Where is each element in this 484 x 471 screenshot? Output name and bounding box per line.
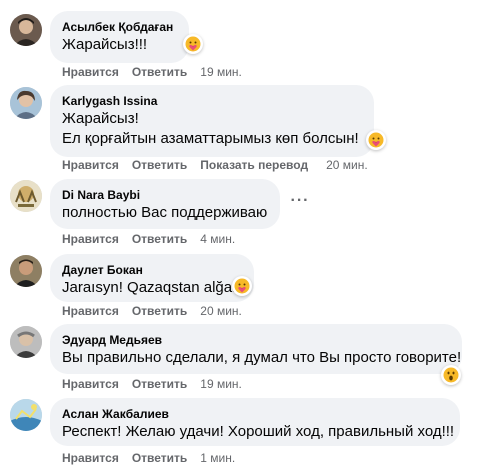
comment-timestamp[interactable]: 19 мин. <box>200 376 242 392</box>
reaction-badge[interactable] <box>232 276 252 296</box>
more-options-icon[interactable]: ··· <box>290 193 310 216</box>
comment-actions: Нравится Ответить 19 мин. <box>62 376 242 392</box>
reply-button[interactable]: Ответить <box>132 303 187 319</box>
comment-bubble: Асылбек Қобдаған Жарайсыз!!! <box>50 11 189 63</box>
comment-author-link[interactable]: Аслан Жакбалиев <box>62 406 448 422</box>
comment-author-link[interactable]: Эдуард Медьяев <box>62 332 450 348</box>
comment-bubble: Эдуард Медьяев Вы правильно сделали, я д… <box>50 324 462 374</box>
care-emoji-icon <box>185 36 201 52</box>
comment-author-link[interactable]: Асылбек Қобдаған <box>62 19 177 35</box>
comment-text: Респект! Желаю удачи! Хороший ход, прави… <box>62 423 455 440</box>
comment-text-line: Жарайсыз! <box>62 110 139 127</box>
reaction-badge[interactable] <box>366 130 386 150</box>
wow-emoji-icon <box>443 367 459 383</box>
like-button[interactable]: Нравится <box>62 157 119 173</box>
avatar[interactable] <box>10 14 42 46</box>
reaction-badge[interactable] <box>441 365 461 385</box>
comment-bubble: Даулет Бокан Jaraısyn! Qazaqstan alğa! <box>50 254 254 302</box>
comment-text-line: Ел қорғайтын азаматтарымыз көп болсын! <box>62 130 359 147</box>
comment-text: Жарайсыз!!! <box>62 36 148 53</box>
comment-timestamp[interactable]: 1 мин. <box>200 450 235 466</box>
avatar[interactable] <box>10 180 42 212</box>
comment-bubble: Di Nara Baybi полностью Вас поддерживаю <box>50 179 280 229</box>
comment-author-link[interactable]: Di Nara Baybi <box>62 187 268 203</box>
avatar[interactable] <box>10 326 42 358</box>
comment-bubble: Karlygash Issina Жарайсыз! Ел қорғайтын … <box>50 85 374 157</box>
reply-button[interactable]: Ответить <box>132 64 187 80</box>
like-button[interactable]: Нравится <box>62 450 119 466</box>
translate-button[interactable]: Показать перевод <box>200 157 308 173</box>
comment-actions: Нравится Ответить 1 мин. <box>62 450 235 466</box>
reply-button[interactable]: Ответить <box>132 231 187 247</box>
reply-button[interactable]: Ответить <box>132 450 187 466</box>
comment-timestamp[interactable]: 4 мин. <box>200 231 235 247</box>
comment-text: полностью Вас поддерживаю <box>62 204 268 221</box>
care-emoji-icon <box>234 278 250 294</box>
comment-timestamp[interactable]: 20 мин. <box>326 157 368 173</box>
like-button[interactable]: Нравится <box>62 64 119 80</box>
comment-text: Jaraısyn! Qazaqstan alğa! <box>62 279 237 296</box>
comment-timestamp[interactable]: 20 мин. <box>200 303 242 319</box>
like-button[interactable]: Нравится <box>62 231 119 247</box>
comment-bubble: Аслан Жакбалиев Респект! Желаю удачи! Хо… <box>50 398 460 446</box>
avatar[interactable] <box>10 87 42 119</box>
comment-actions: Нравится Ответить 19 мин. <box>62 64 242 80</box>
like-button[interactable]: Нравится <box>62 376 119 392</box>
comment-author-link[interactable]: Karlygash Issina <box>62 93 362 109</box>
comment-author-link[interactable]: Даулет Бокан <box>62 262 242 278</box>
avatar[interactable] <box>10 399 42 431</box>
comment-text: Вы правильно сделали, я думал что Вы про… <box>62 349 462 366</box>
avatar[interactable] <box>10 255 42 287</box>
comment-actions: Нравится Ответить Показать перевод 20 ми… <box>62 157 368 173</box>
reply-button[interactable]: Ответить <box>132 157 187 173</box>
reaction-badge[interactable] <box>183 34 203 54</box>
comment-timestamp[interactable]: 19 мин. <box>200 64 242 80</box>
comment-actions: Нравится Ответить 20 мин. <box>62 303 242 319</box>
like-button[interactable]: Нравится <box>62 303 119 319</box>
reply-button[interactable]: Ответить <box>132 376 187 392</box>
care-emoji-icon <box>368 132 384 148</box>
comment-actions: Нравится Ответить 4 мин. <box>62 231 235 247</box>
